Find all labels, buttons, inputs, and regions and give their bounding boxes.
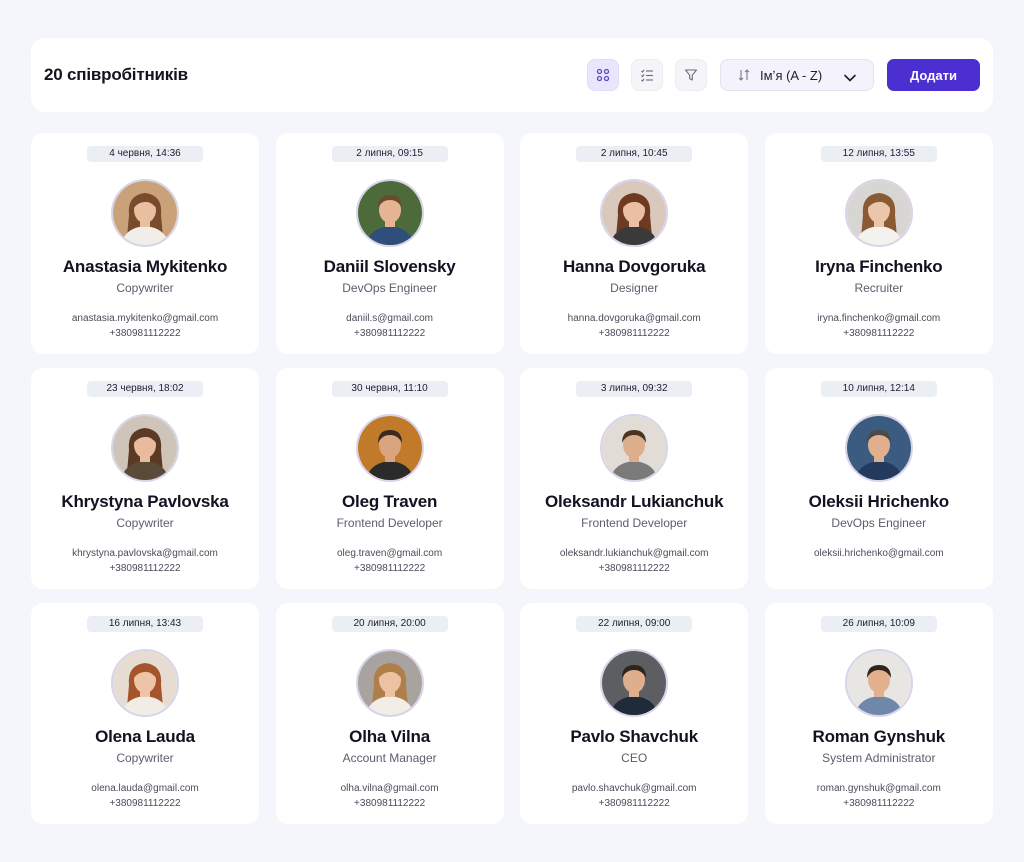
sort-select[interactable]: Імʼя (A - Z) bbox=[720, 59, 874, 91]
avatar bbox=[355, 179, 424, 247]
employee-role: Account Manager bbox=[342, 751, 437, 765]
employee-card[interactable]: 2 липня, 09:15 Daniil Slovensky DevOps Eng… bbox=[275, 133, 504, 354]
date-badge: 2 липня, 09:15 bbox=[331, 146, 448, 162]
employee-name: Roman Gynshuk bbox=[812, 727, 946, 746]
chevron-down-icon bbox=[843, 70, 857, 88]
employee-role: Copywriter bbox=[116, 516, 174, 530]
avatar bbox=[355, 649, 424, 717]
employee-phone: +380981112222 bbox=[109, 328, 181, 339]
employee-role: DevOps Engineer bbox=[831, 516, 927, 530]
employee-phone: +380981112222 bbox=[843, 798, 915, 809]
avatar bbox=[600, 179, 669, 247]
employee-card[interactable]: 22 липня, 09:00 Pavlo Shavchuk CEO pavlo.sh… bbox=[520, 603, 749, 824]
employee-name: Oleksandr Lukianchuk bbox=[545, 492, 724, 511]
employee-email: iryna.finchenko@gmail.com bbox=[817, 313, 941, 324]
employee-card[interactable]: 23 червня, 18:02 Khrystyna Pavlovska Copyw… bbox=[31, 368, 259, 589]
employee-card[interactable]: 30 червня, 11:10 Oleg Traven Frontend Deve… bbox=[275, 368, 504, 589]
employee-email: roman.gynshuk@gmail.com bbox=[816, 783, 941, 794]
employee-card[interactable]: 26 липня, 10:09 Roman Gynshuk System Admin… bbox=[764, 603, 993, 824]
date-badge: 10 липня, 12:14 bbox=[820, 381, 937, 397]
date-badge: 2 липня, 10:45 bbox=[576, 146, 693, 162]
page-title: 20 співробітників bbox=[44, 65, 188, 84]
avatar bbox=[600, 649, 669, 717]
employee-card[interactable]: 16 липня, 13:43 Olena Lauda Copywriter olen… bbox=[31, 603, 259, 824]
filter-icon bbox=[684, 68, 698, 82]
date-badge: 30 червня, 11:10 bbox=[331, 381, 448, 397]
avatar bbox=[111, 414, 179, 482]
employee-name: Oleg Traven bbox=[342, 492, 438, 511]
employee-role: CEO bbox=[621, 751, 648, 765]
employee-role: Frontend Developer bbox=[581, 516, 688, 530]
employee-card[interactable]: 3 липня, 09:32 Oleksandr Lukianchuk Fronte… bbox=[520, 368, 749, 589]
date-badge: 4 червня, 14:36 bbox=[87, 146, 203, 162]
date-badge: 26 липня, 10:09 bbox=[820, 616, 937, 632]
toolbar: 20 співробітників Імʼя (A - Z) Додати bbox=[31, 38, 993, 112]
grid-view-icon bbox=[596, 68, 610, 82]
employee-name: Anastasia Mykitenko bbox=[62, 257, 228, 276]
employee-phone: +380981112222 bbox=[598, 328, 670, 339]
sort-icon bbox=[737, 68, 751, 87]
employee-phone: +380981112222 bbox=[354, 563, 426, 574]
list-view-button[interactable] bbox=[631, 59, 663, 91]
avatar bbox=[111, 179, 179, 247]
employee-card[interactable]: 20 липня, 20:00 Olha Vilna Account Manager… bbox=[275, 603, 504, 824]
avatar bbox=[111, 649, 179, 717]
avatar bbox=[844, 414, 913, 482]
date-badge: 3 липня, 09:32 bbox=[576, 381, 693, 397]
employee-role: Designer bbox=[610, 281, 659, 295]
date-badge: 20 липня, 20:00 bbox=[331, 616, 448, 632]
date-badge: 12 липня, 13:55 bbox=[820, 146, 937, 162]
employee-email: khrystyna.pavlovska@gmail.com bbox=[72, 548, 218, 559]
checklist-icon bbox=[640, 68, 654, 82]
employee-email: pavlo.shavchuk@gmail.com bbox=[571, 783, 697, 794]
employee-email: oleg.traven@gmail.com bbox=[336, 548, 443, 559]
avatar bbox=[600, 414, 669, 482]
employee-name: Pavlo Shavchuk bbox=[570, 727, 698, 746]
employee-email: olena.lauda@gmail.com bbox=[91, 783, 199, 794]
employee-card[interactable]: 12 липня, 13:55 Iryna Finchenko Recruiter i… bbox=[764, 133, 993, 354]
employee-phone: +380981112222 bbox=[598, 798, 670, 809]
date-badge: 16 липня, 13:43 bbox=[87, 616, 203, 632]
date-badge: 22 липня, 09:00 bbox=[576, 616, 693, 632]
employee-card[interactable]: 10 липня, 12:14 Oleksii Hrichenko DevOps E… bbox=[764, 368, 993, 589]
employee-email: oleksandr.lukianchuk@gmail.com bbox=[559, 548, 709, 559]
employee-role: Copywriter bbox=[116, 281, 174, 295]
avatar bbox=[844, 179, 913, 247]
add-employee-button[interactable]: Додати bbox=[887, 59, 980, 91]
employee-grid: 4 червня, 14:36 Anastasia Mykitenko Copywr… bbox=[31, 133, 993, 824]
employee-phone: +380981112222 bbox=[598, 563, 670, 574]
employee-name: Daniil Slovensky bbox=[323, 257, 456, 276]
employee-name: Khrystyna Pavlovska bbox=[61, 492, 229, 511]
employee-email: oleksii.hrichenko@gmail.com bbox=[813, 548, 944, 559]
employee-phone: +380981112222 bbox=[109, 563, 181, 574]
employee-email: daniil.s@gmail.com bbox=[346, 313, 434, 324]
employee-name: Olena Lauda bbox=[95, 727, 195, 746]
employee-role: Copywriter bbox=[116, 751, 174, 765]
employee-email: olha.vilna@gmail.com bbox=[340, 783, 439, 794]
employee-phone: +380981112222 bbox=[109, 798, 181, 809]
employee-role: System Administrator bbox=[822, 751, 936, 765]
date-badge: 23 червня, 18:02 bbox=[87, 381, 203, 397]
employee-role: Frontend Developer bbox=[336, 516, 443, 530]
employee-phone: +380981112222 bbox=[843, 328, 915, 339]
employee-name: Hanna Dovgoruka bbox=[562, 257, 706, 276]
employee-email: hanna.dovgoruka@gmail.com bbox=[567, 313, 701, 324]
employee-phone: +380981112222 bbox=[354, 328, 426, 339]
employee-name: Olha Vilna bbox=[349, 727, 430, 746]
employee-name: Iryna Finchenko bbox=[815, 257, 943, 276]
employee-role: DevOps Engineer bbox=[342, 281, 437, 295]
employee-phone: +380981112222 bbox=[354, 798, 426, 809]
avatar bbox=[355, 414, 424, 482]
filter-button[interactable] bbox=[675, 59, 707, 91]
sort-label: Імʼя (A - Z) bbox=[760, 68, 823, 83]
employee-name: Oleksii Hrichenko bbox=[808, 492, 949, 511]
employee-card[interactable]: 4 червня, 14:36 Anastasia Mykitenko Copywr… bbox=[31, 133, 259, 354]
grid-view-button[interactable] bbox=[587, 59, 619, 91]
avatar bbox=[844, 649, 913, 717]
employee-email: anastasia.mykitenko@gmail.com bbox=[71, 313, 219, 324]
employee-role: Recruiter bbox=[854, 281, 904, 295]
employee-card[interactable]: 2 липня, 10:45 Hanna Dovgoruka Designer han… bbox=[520, 133, 749, 354]
